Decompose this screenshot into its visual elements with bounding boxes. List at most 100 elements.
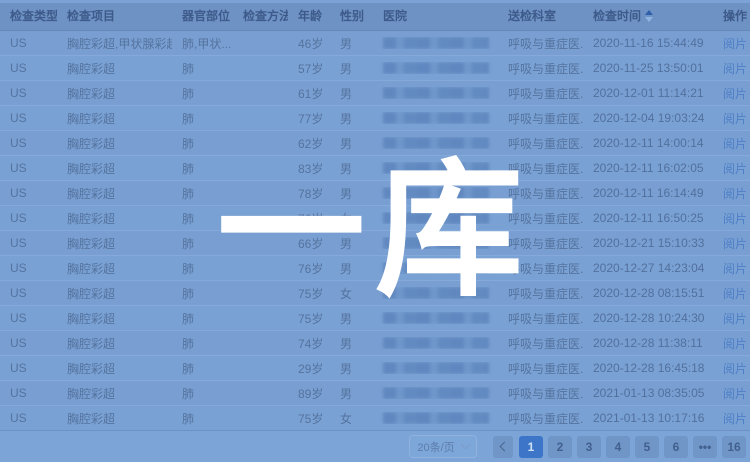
read-film-link[interactable]: 阅片: [723, 337, 747, 351]
cell-exam-time: 2020-12-11 14:00:14: [583, 136, 713, 150]
prev-page-button[interactable]: [493, 436, 513, 458]
cell-exam-time: 2020-12-28 11:38:11: [583, 336, 713, 350]
cell-exam-time: 2020-12-28 16:45:18: [583, 361, 713, 375]
cell-age: 77岁: [288, 110, 330, 127]
table-row[interactable]: US 胸腔彩超 肺 78岁 男 呼吸与重症医... 2020-12-11 16:…: [0, 181, 750, 206]
read-film-link[interactable]: 阅片: [723, 262, 747, 276]
page-size-select[interactable]: 20条/页: [409, 435, 477, 458]
cell-exam-item: 胸腔彩超: [57, 310, 172, 327]
cell-action: 阅片: [713, 285, 750, 302]
cell-gender: 男: [330, 160, 373, 177]
cell-exam-item: 胸腔彩超: [57, 385, 172, 402]
page-button-4[interactable]: 4: [606, 436, 630, 458]
table-row[interactable]: US 胸腔彩超 肺 29岁 男 呼吸与重症医... 2020-12-28 16:…: [0, 356, 750, 381]
read-film-link[interactable]: 阅片: [723, 187, 747, 201]
cell-department: 呼吸与重症医...: [498, 310, 583, 327]
table-row[interactable]: US 胸腔彩超 肺 62岁 男 呼吸与重症医... 2020-12-11 14:…: [0, 131, 750, 156]
read-film-link[interactable]: 阅片: [723, 412, 747, 426]
page-button-5[interactable]: 5: [635, 436, 659, 458]
cell-exam-time: 2020-12-11 16:14:49: [583, 186, 713, 200]
cell-exam-item: 胸腔彩超: [57, 60, 172, 77]
cell-exam-time: 2020-12-11 16:02:05: [583, 161, 713, 175]
read-film-link[interactable]: 阅片: [723, 62, 747, 76]
cell-organ: 肺,甲状...: [172, 35, 233, 52]
cell-hospital: [373, 162, 498, 174]
sort-descending-icon[interactable]: [645, 17, 653, 22]
cell-action: 阅片: [713, 185, 750, 202]
read-film-link[interactable]: 阅片: [723, 312, 747, 326]
cell-exam-time: 2020-12-21 15:10:33: [583, 236, 713, 250]
table-row[interactable]: US 胸腔彩超 肺 75岁 女 呼吸与重症医... 2021-01-13 10:…: [0, 406, 750, 431]
col-header-gender: 性别: [330, 3, 373, 30]
redacted-hospital-name: [383, 312, 489, 324]
read-film-link[interactable]: 阅片: [723, 212, 747, 226]
col-header-age: 年龄: [288, 3, 330, 30]
table-row[interactable]: US 胸腔彩超 肺 76岁 男 呼吸与重症医... 2020-12-27 14:…: [0, 256, 750, 281]
page-button-2[interactable]: 2: [548, 436, 572, 458]
cell-age: 76岁: [288, 260, 330, 277]
cell-gender: 男: [330, 385, 373, 402]
read-film-link[interactable]: 阅片: [723, 162, 747, 176]
cell-exam-type: US: [0, 361, 57, 375]
page-button-16[interactable]: 16: [722, 436, 746, 458]
page-button-3[interactable]: 3: [577, 436, 601, 458]
cell-gender: 男: [330, 110, 373, 127]
table-row[interactable]: US 胸腔彩超 肺 61岁 男 呼吸与重症医... 2020-12-01 11:…: [0, 81, 750, 106]
sort-caret-icon[interactable]: [645, 9, 655, 23]
cell-exam-time: 2020-12-27 14:23:04: [583, 261, 713, 275]
cell-gender: 男: [330, 135, 373, 152]
sort-ascending-icon[interactable]: [645, 10, 653, 15]
cell-department: 呼吸与重症医...: [498, 210, 583, 227]
cell-exam-type: US: [0, 36, 57, 50]
table-row[interactable]: US 胸腔彩超 肺 76岁 女 呼吸与重症医... 2020-12-11 16:…: [0, 206, 750, 231]
read-film-link[interactable]: 阅片: [723, 287, 747, 301]
read-film-link[interactable]: 阅片: [723, 362, 747, 376]
cell-action: 阅片: [713, 335, 750, 352]
cell-exam-type: US: [0, 236, 57, 250]
cell-exam-item: 胸腔彩超: [57, 135, 172, 152]
table-row[interactable]: US 胸腔彩超 肺 57岁 男 呼吸与重症医... 2020-11-25 13:…: [0, 56, 750, 81]
cell-department: 呼吸与重症医...: [498, 410, 583, 427]
cell-action: 阅片: [713, 260, 750, 277]
cell-organ: 肺: [172, 260, 233, 277]
read-film-link[interactable]: 阅片: [723, 387, 747, 401]
cell-hospital: [373, 287, 498, 299]
read-film-link[interactable]: 阅片: [723, 37, 747, 51]
cell-action: 阅片: [713, 360, 750, 377]
page-button-6[interactable]: 6: [664, 436, 688, 458]
table-row[interactable]: US 胸腔彩超 肺 75岁 男 呼吸与重症医... 2020-12-28 10:…: [0, 306, 750, 331]
cell-exam-item: 胸腔彩超: [57, 85, 172, 102]
cell-hospital: [373, 312, 498, 324]
cell-action: 阅片: [713, 135, 750, 152]
redacted-hospital-name: [383, 412, 489, 424]
table-row[interactable]: US 胸腔彩超 肺 75岁 女 呼吸与重症医... 2020-12-28 08:…: [0, 281, 750, 306]
read-film-link[interactable]: 阅片: [723, 87, 747, 101]
cell-gender: 女: [330, 410, 373, 427]
cell-organ: 肺: [172, 360, 233, 377]
col-header-exam-time-label: 检查时间: [593, 9, 641, 23]
table-row[interactable]: US 胸腔彩超 肺 83岁 男 呼吸与重症医... 2020-12-11 16:…: [0, 156, 750, 181]
col-header-exam-time-sortable[interactable]: 检查时间: [583, 3, 713, 30]
cell-department: 呼吸与重症医...: [498, 135, 583, 152]
cell-gender: 男: [330, 185, 373, 202]
table-row[interactable]: US 胸腔彩超 肺 89岁 男 呼吸与重症医... 2021-01-13 08:…: [0, 381, 750, 406]
table-row[interactable]: US 胸腔彩超,甲状腺彩超 肺,甲状... 46岁 男 呼吸与重症医... 20…: [0, 31, 750, 56]
pager-more-button[interactable]: •••: [693, 436, 717, 458]
cell-action: 阅片: [713, 110, 750, 127]
cell-exam-time: 2020-12-11 16:50:25: [583, 211, 713, 225]
table-row[interactable]: US 胸腔彩超 肺 74岁 男 呼吸与重症医... 2020-12-28 11:…: [0, 331, 750, 356]
cell-hospital: [373, 262, 498, 274]
table-row[interactable]: US 胸腔彩超 肺 66岁 男 呼吸与重症医... 2020-12-21 15:…: [0, 231, 750, 256]
cell-exam-type: US: [0, 336, 57, 350]
read-film-link[interactable]: 阅片: [723, 137, 747, 151]
cell-department: 呼吸与重症医...: [498, 260, 583, 277]
col-header-organ: 器官部位: [172, 3, 233, 30]
cell-exam-item: 胸腔彩超: [57, 260, 172, 277]
read-film-link[interactable]: 阅片: [723, 112, 747, 126]
page-button-1[interactable]: 1: [519, 436, 543, 458]
cell-exam-time: 2021-01-13 08:35:05: [583, 386, 713, 400]
read-film-link[interactable]: 阅片: [723, 237, 747, 251]
table-row[interactable]: US 胸腔彩超 肺 77岁 男 呼吸与重症医... 2020-12-04 19:…: [0, 106, 750, 131]
cell-action: 阅片: [713, 410, 750, 427]
cell-department: 呼吸与重症医...: [498, 35, 583, 52]
